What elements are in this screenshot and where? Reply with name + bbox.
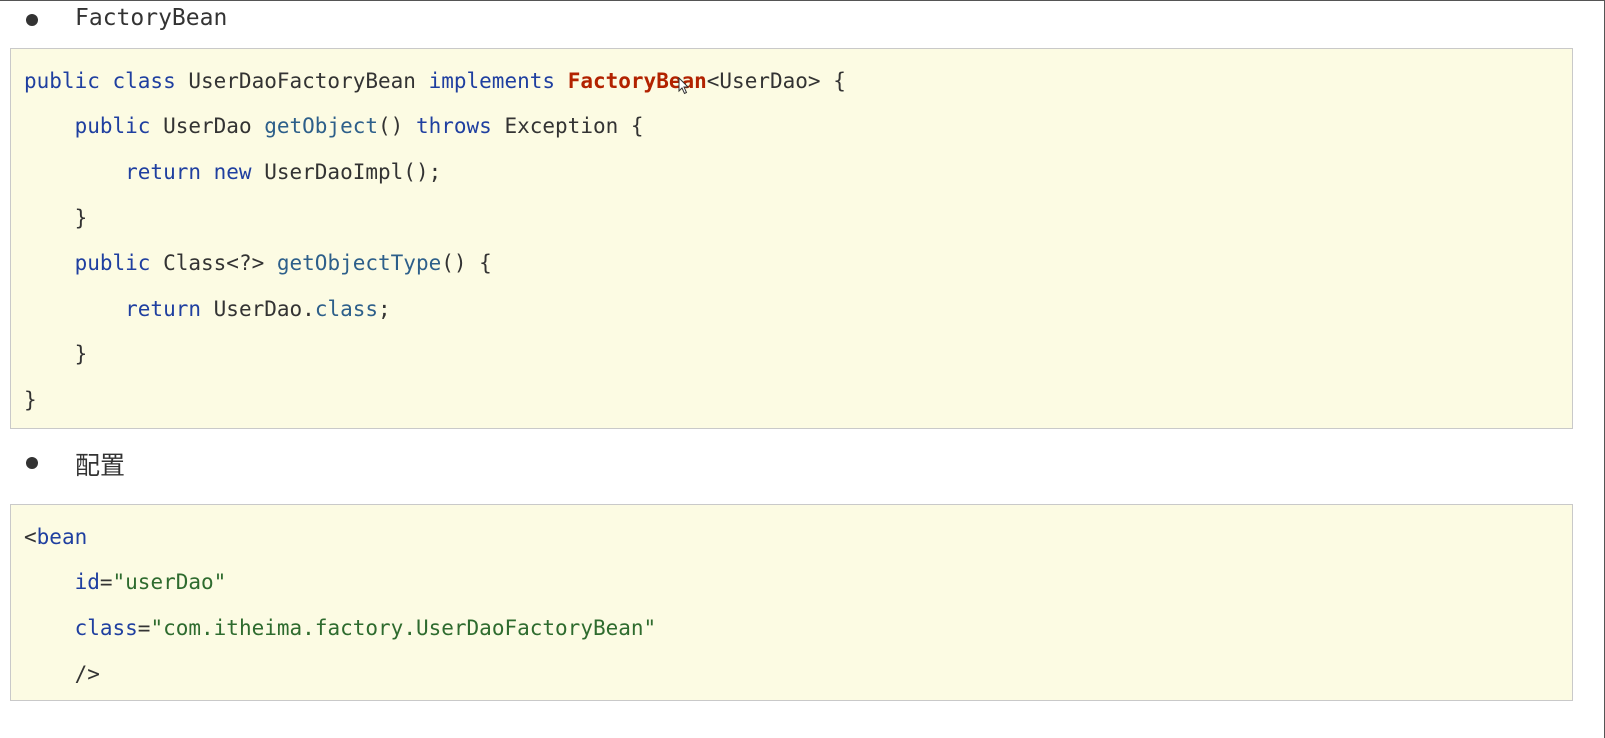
- code-token: <UserDao> {: [706, 69, 846, 93]
- code-token: =: [99, 570, 113, 594]
- code-token: }: [24, 206, 88, 230]
- code-line: }: [24, 385, 37, 415]
- code-token: UserDao.: [201, 297, 315, 321]
- code-token: "userDao": [112, 570, 227, 594]
- code-token: (): [378, 114, 416, 138]
- code-token: return: [24, 297, 202, 321]
- code-line: class="com.itheima.factory.UserDaoFactor…: [24, 613, 657, 643]
- code-token: getObject: [264, 114, 379, 138]
- code-token: public: [24, 114, 151, 138]
- bullet-item-config: 配置: [0, 443, 400, 483]
- java-code-block: public class UserDaoFactoryBean implemen…: [10, 48, 1573, 429]
- bullet-dot: [26, 457, 38, 469]
- code-line: public UserDao getObject() throws Except…: [24, 111, 644, 141]
- code-token: public class: [24, 69, 176, 93]
- code-token: UserDaoFactoryBean: [175, 69, 429, 93]
- code-token: />: [24, 662, 100, 686]
- mouse-pointer-icon: [678, 77, 690, 95]
- code-token: class: [24, 616, 138, 640]
- code-line: public Class<?> getObjectType() {: [24, 248, 492, 278]
- code-token: }: [24, 388, 37, 412]
- bullet-dot: [26, 14, 38, 26]
- code-line: return UserDao.class;: [24, 294, 391, 324]
- code-token: return new: [24, 160, 252, 184]
- code-token: =: [137, 616, 151, 640]
- code-token: "com.itheima.factory.UserDaoFactoryBean": [150, 616, 657, 640]
- code-token: UserDao: [150, 114, 265, 138]
- code-line: id="userDao": [24, 567, 227, 597]
- code-token: bean: [36, 525, 88, 549]
- code-line: return new UserDaoImpl();: [24, 157, 441, 187]
- xml-code-block: <bean id="userDao" class="com.itheima.fa…: [10, 504, 1573, 701]
- code-token: throws: [415, 114, 492, 138]
- code-token: UserDaoImpl();: [251, 160, 442, 184]
- code-token: public: [24, 251, 151, 275]
- code-token: ;: [378, 297, 391, 321]
- code-token: }: [24, 342, 88, 366]
- code-token: class: [314, 297, 379, 321]
- bullet-label: FactoryBean: [75, 5, 228, 31]
- bullet-item-factorybean: FactoryBean: [0, 0, 400, 40]
- bullet-label: 配置: [75, 452, 126, 480]
- code-token: Exception {: [491, 114, 644, 138]
- code-token: <: [24, 525, 37, 549]
- code-token: implements: [428, 69, 556, 93]
- code-line: <bean: [24, 522, 87, 552]
- code-line: />: [24, 659, 100, 689]
- code-token: Class<?>: [150, 251, 277, 275]
- code-token: getObjectType: [276, 251, 442, 275]
- code-line: }: [24, 339, 88, 369]
- code-line: public class UserDaoFactoryBean implemen…: [24, 66, 846, 96]
- code-line: }: [24, 203, 88, 233]
- code-token: id: [24, 570, 100, 594]
- code-token: () {: [441, 251, 492, 275]
